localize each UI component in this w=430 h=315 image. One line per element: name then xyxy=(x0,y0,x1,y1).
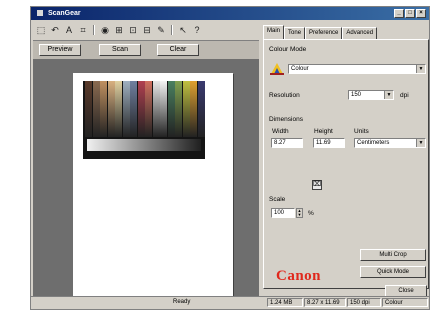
multi-crop-button[interactable]: Multi Crop xyxy=(360,249,426,261)
tab-preference[interactable]: Preference xyxy=(305,27,343,39)
scale-input[interactable]: 100 xyxy=(271,208,295,218)
chevron-down-icon[interactable]: ▼ xyxy=(416,65,425,73)
close-window-button[interactable]: × xyxy=(416,9,426,18)
aspect-lock-icon[interactable]: ⌧ xyxy=(312,180,322,190)
units-dropdown[interactable]: Centimeters ▼ xyxy=(354,138,426,148)
clear-button[interactable]: Clear xyxy=(157,44,199,56)
status-dimensions: 8.27 x 11.69 xyxy=(304,298,346,307)
preview-area[interactable] xyxy=(33,59,259,299)
ruler-icon[interactable]: ⊟ xyxy=(141,24,153,36)
color-settings-icon[interactable]: ◉ xyxy=(99,24,111,36)
scangear-window: ScanGear _ □ × ⬚ ↶ A ⌗ ◉ ⊞ ⊡ ⊟ ✎ ↖ ? Pre… xyxy=(30,6,430,310)
toolbar-separator xyxy=(93,25,95,35)
units-label: Units xyxy=(354,128,369,135)
color-bar xyxy=(130,81,137,137)
color-mode-icon xyxy=(270,63,284,75)
height-label: Height xyxy=(314,128,333,135)
preview-page[interactable] xyxy=(73,73,233,299)
color-bar xyxy=(160,81,167,137)
rotate-icon[interactable]: ↶ xyxy=(49,24,61,36)
grid-icon[interactable]: ⊡ xyxy=(127,24,139,36)
toolbar-separator xyxy=(171,25,173,35)
color-bar xyxy=(92,81,100,137)
color-mode-dropdown[interactable]: Colour ▼ xyxy=(288,64,426,74)
action-button-row: Preview Scan Clear xyxy=(33,40,259,59)
preview-button[interactable]: Preview xyxy=(39,44,81,56)
color-bar xyxy=(85,81,92,137)
canon-logo: Canon xyxy=(276,268,322,284)
status-color-mode: Colour xyxy=(382,298,428,307)
resolution-value: 150 xyxy=(351,92,362,98)
color-bar xyxy=(175,81,182,137)
tab-strip: Main Tone Preference Advanced xyxy=(263,25,378,39)
crop-icon[interactable]: ⌗ xyxy=(77,24,89,36)
status-text: Ready xyxy=(173,299,191,305)
title-bar[interactable]: ScanGear _ □ × xyxy=(31,7,429,20)
window-title: ScanGear xyxy=(47,10,81,17)
color-mode-label: Colour Mode xyxy=(269,46,307,53)
chevron-down-icon[interactable]: ▼ xyxy=(384,91,393,99)
height-input[interactable]: 11.69 xyxy=(313,138,345,148)
dimensions-label: Dimensions xyxy=(269,116,303,123)
status-file-size: 1.24 MB xyxy=(267,298,303,307)
color-bar xyxy=(115,81,122,137)
letter-icon[interactable]: A xyxy=(63,24,75,36)
color-mode-value: Colour xyxy=(291,66,309,72)
color-bar xyxy=(100,81,107,137)
width-input[interactable]: 8.27 xyxy=(271,138,303,148)
settings-panel: Main Tone Preference Advanced Colour Mod… xyxy=(263,25,429,297)
help-icon[interactable]: ? xyxy=(191,24,203,36)
status-bar: Ready 1.24 MB 8.27 x 11.69 150 dpi Colou… xyxy=(31,296,429,309)
grayscale-strip xyxy=(87,139,201,151)
scanned-image-preview[interactable] xyxy=(83,81,205,159)
color-bar xyxy=(182,81,190,137)
resolution-unit: dpi xyxy=(400,92,409,99)
maximize-button[interactable]: □ xyxy=(405,9,415,18)
quick-mode-button[interactable]: Quick Mode xyxy=(360,266,426,278)
arrow-icon[interactable]: ↖ xyxy=(177,24,189,36)
window-controls: _ □ × xyxy=(394,9,426,18)
color-bar xyxy=(145,81,152,137)
status-resolution: 150 dpi xyxy=(347,298,381,307)
eyedropper-icon[interactable]: ✎ xyxy=(155,24,167,36)
scale-stepper[interactable]: ▲ ▼ xyxy=(296,208,303,218)
scale-label: Scale xyxy=(269,196,286,203)
resolution-dropdown[interactable]: 150 ▼ xyxy=(348,90,394,100)
zoom-icon[interactable]: ⊞ xyxy=(113,24,125,36)
resolution-label: Resolution xyxy=(269,92,300,99)
width-label: Width xyxy=(272,128,289,135)
app-icon xyxy=(37,10,43,17)
minimize-button[interactable]: _ xyxy=(394,9,404,18)
toolbar: ⬚ ↶ A ⌗ ◉ ⊞ ⊡ ⊟ ✎ ↖ ? xyxy=(33,23,261,37)
color-bar xyxy=(197,81,205,137)
main-tab-content: Colour Mode Colour ▼ Resolution 150 ▼ dp… xyxy=(263,39,429,289)
color-bar xyxy=(190,81,197,137)
color-bar xyxy=(152,81,160,137)
color-bar xyxy=(137,81,145,137)
tab-main[interactable]: Main xyxy=(263,25,285,39)
color-bar xyxy=(107,81,115,137)
scan-button[interactable]: Scan xyxy=(99,44,141,56)
color-bar xyxy=(167,81,175,137)
chevron-down-icon[interactable]: ▼ xyxy=(416,139,425,147)
color-bar xyxy=(122,81,130,137)
units-value: Centimeters xyxy=(357,140,390,146)
rect-select-icon[interactable]: ⬚ xyxy=(35,24,47,36)
tab-tone[interactable]: Tone xyxy=(284,27,306,39)
tab-advanced[interactable]: Advanced xyxy=(342,27,378,39)
scale-unit: % xyxy=(308,210,314,217)
